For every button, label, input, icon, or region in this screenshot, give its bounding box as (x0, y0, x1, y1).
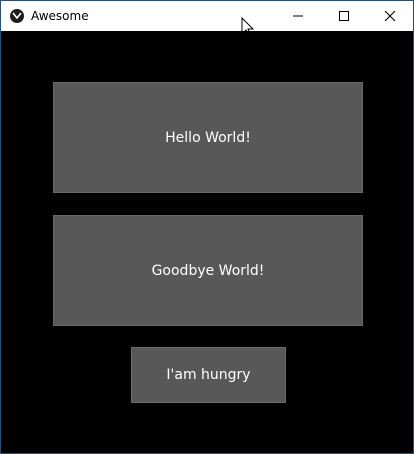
title-bar[interactable]: Awesome (1, 1, 413, 38)
maximize-button[interactable] (321, 1, 367, 31)
maximize-icon (338, 7, 350, 26)
window-title: Awesome (31, 9, 89, 23)
close-icon (384, 7, 396, 26)
goodbye-world-button[interactable]: Goodbye World! (53, 215, 363, 326)
app-content: Hello World! Goodbye World! I'am hungry (1, 31, 413, 453)
minimize-button[interactable] (275, 1, 321, 31)
app-window: Awesome Hello World! Goodbye World! I'am… (0, 0, 414, 454)
hello-world-button[interactable]: Hello World! (53, 82, 363, 193)
hungry-button[interactable]: I'am hungry (131, 347, 286, 403)
kivy-logo-icon (10, 9, 24, 23)
close-button[interactable] (367, 1, 413, 31)
minimize-icon (292, 7, 304, 26)
